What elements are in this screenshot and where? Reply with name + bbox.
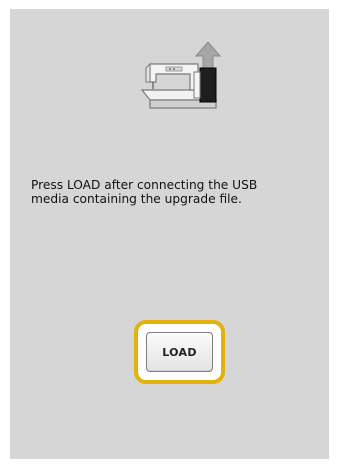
upgrade-screen: Press LOAD after connecting the USB medi… <box>10 9 329 459</box>
load-button-highlight: LOAD <box>134 320 225 384</box>
sewing-machine-upgrade-icon <box>140 42 222 109</box>
upgrade-instruction-text: Press LOAD after connecting the USB medi… <box>31 178 258 206</box>
load-button[interactable]: LOAD <box>146 332 213 372</box>
